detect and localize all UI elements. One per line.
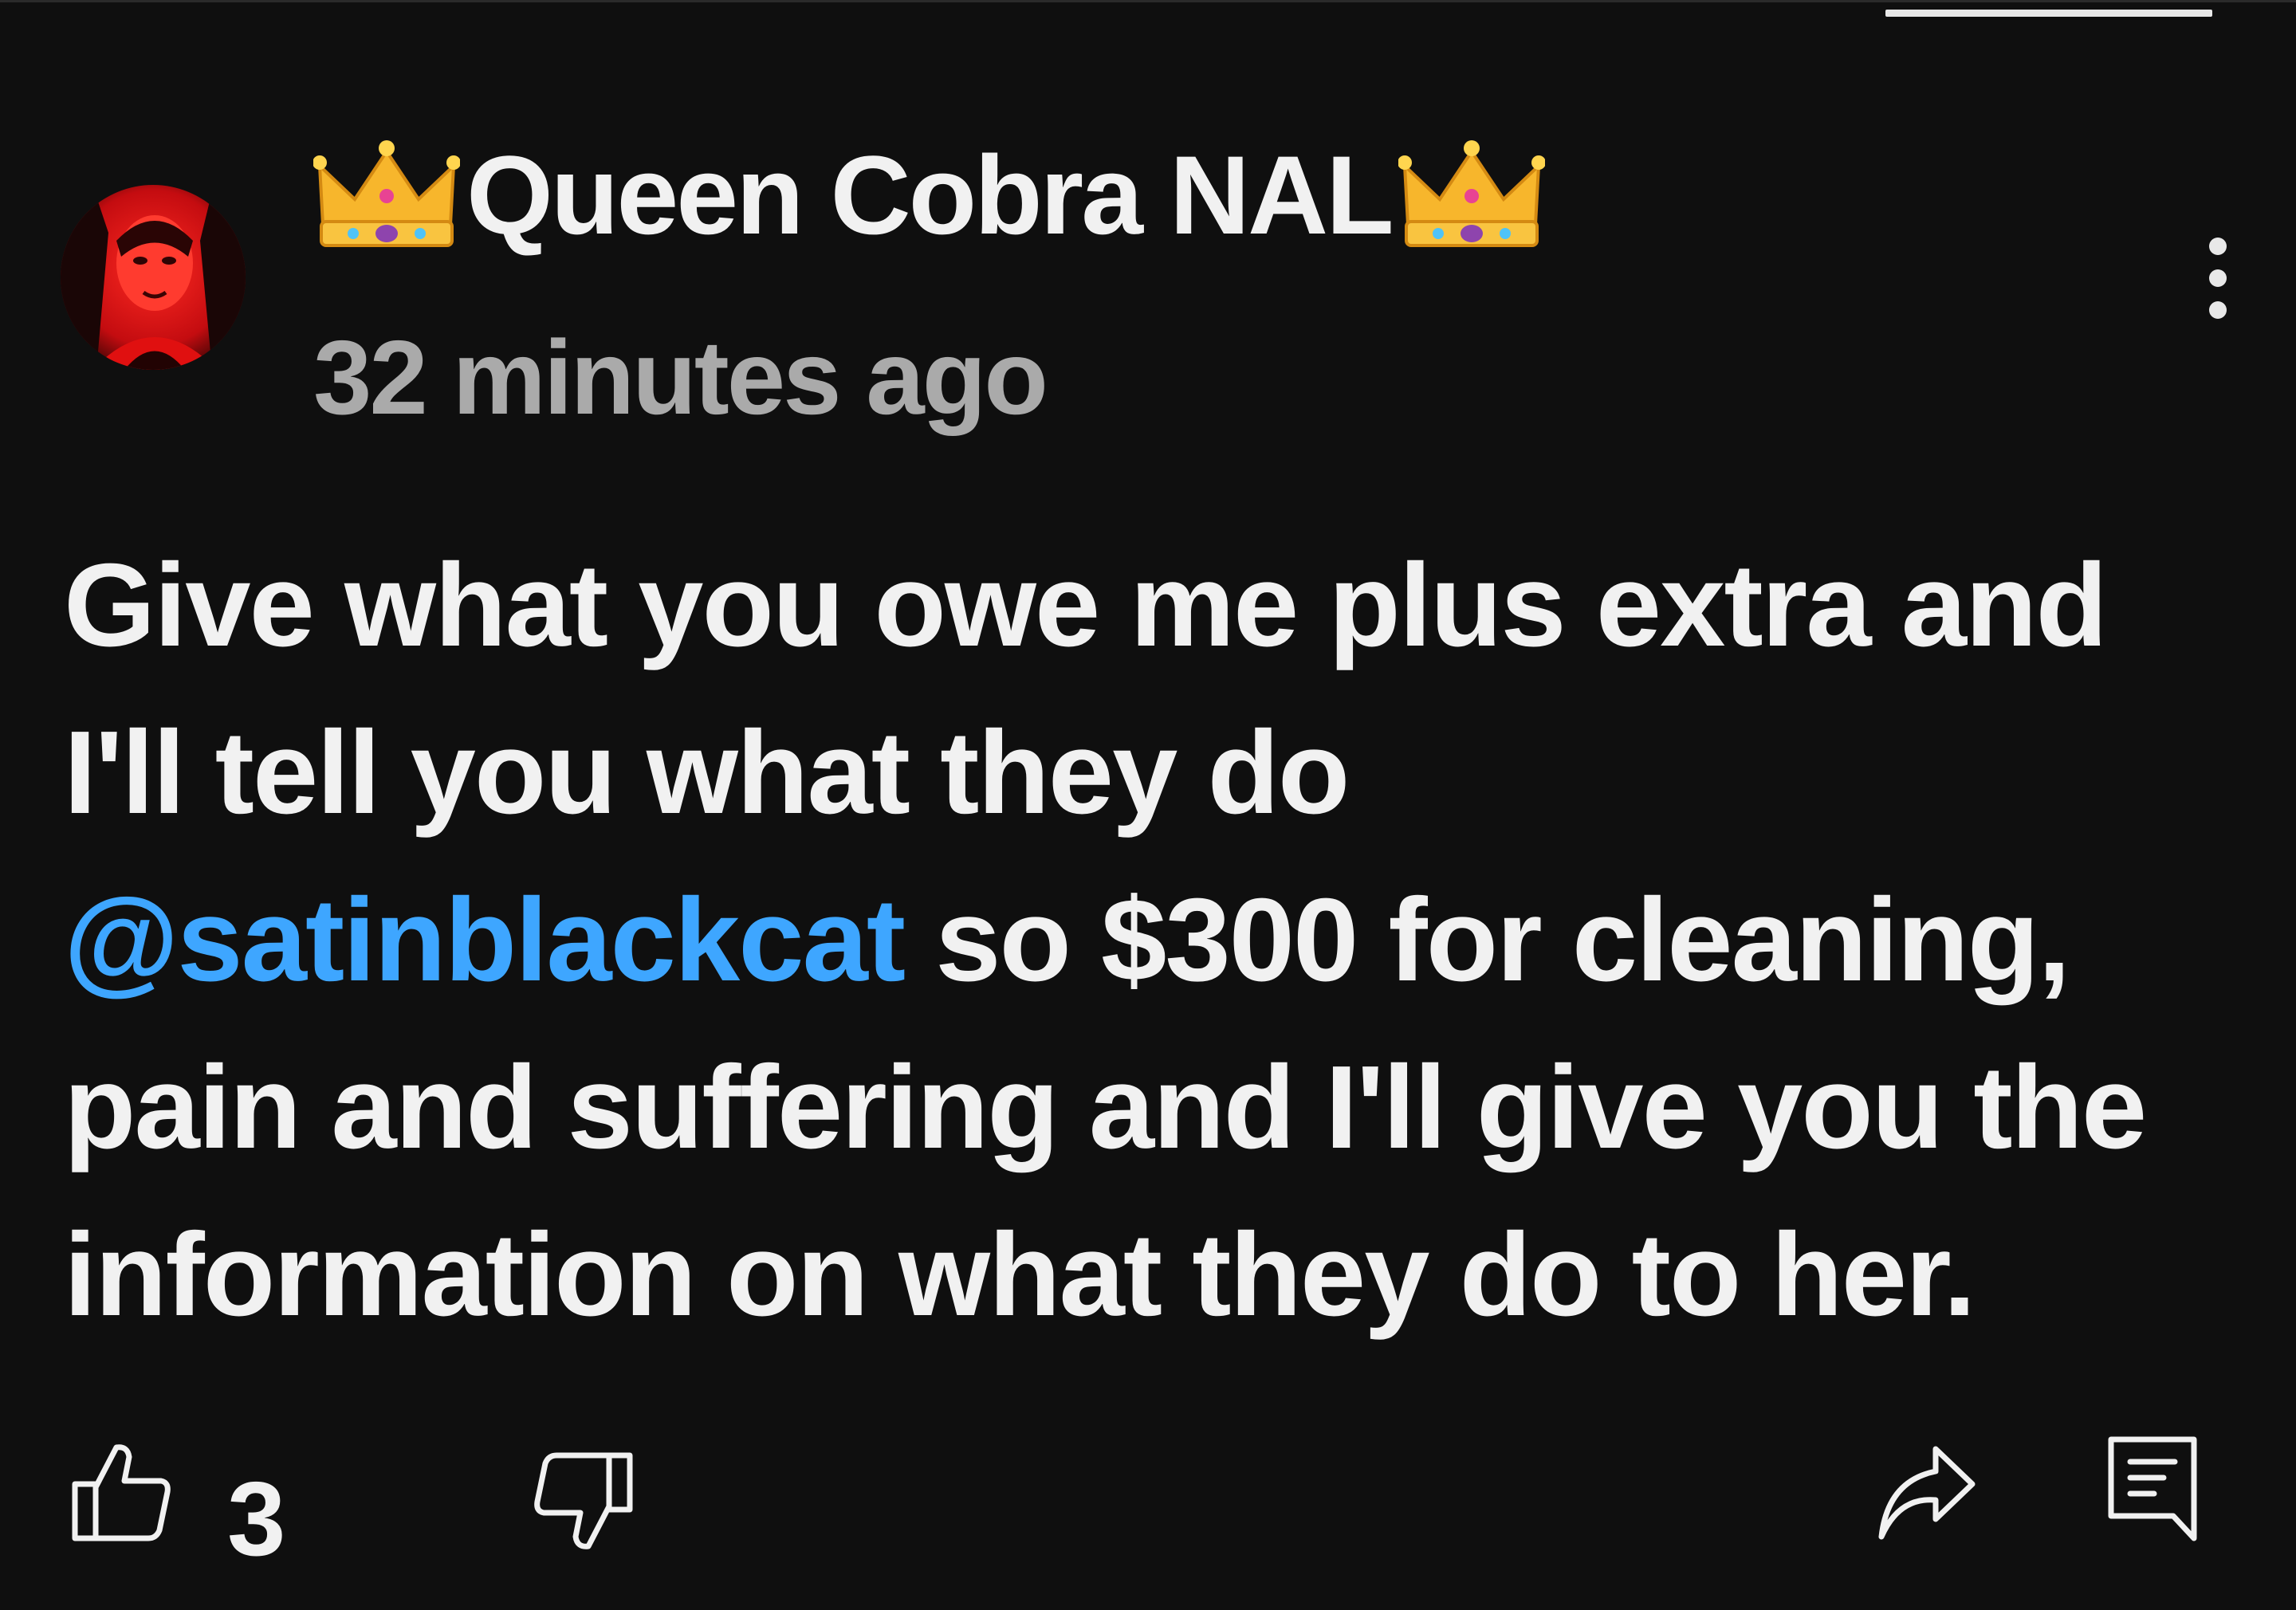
mention-link[interactable]: @satinblackcat <box>64 874 906 1006</box>
top-indicator-bar <box>1885 10 2212 17</box>
crown-emoji-icon <box>313 135 460 255</box>
comment-line: I'll tell you what they do <box>64 707 1350 838</box>
thumb-up-icon[interactable] <box>70 1441 174 1545</box>
comment-line-text: so $300 for cleaning, <box>904 874 2070 1006</box>
comment-text: Give what you owe me plus extra and I'll… <box>64 522 2248 1359</box>
comment-timestamp[interactable]: 32 minutes ago <box>313 317 1048 438</box>
author-name[interactable]: Queen Cobra NAL <box>466 131 1394 260</box>
share-arrow-icon[interactable] <box>1875 1443 1979 1546</box>
more-vert-icon[interactable] <box>2188 231 2244 327</box>
avatar[interactable] <box>61 185 246 370</box>
comment-line: information on what they do to her. <box>64 1209 1976 1341</box>
top-divider <box>0 0 2296 2</box>
comment-line: pain and suffering and I'll give you the <box>64 1042 2147 1173</box>
comment-line: @satinblackcat so $300 for cleaning, <box>64 857 2248 1024</box>
comment-action-bar <box>0 1427 2296 1586</box>
reply-comment-icon[interactable] <box>2105 1433 2200 1545</box>
crown-emoji-icon <box>1398 135 1545 255</box>
like-count: 3 <box>227 1460 286 1577</box>
comment-author[interactable]: Queen Cobra NAL <box>313 120 1545 271</box>
comment-line: Give what you owe me plus extra and <box>64 540 2108 671</box>
thumb-down-icon[interactable] <box>531 1449 635 1553</box>
